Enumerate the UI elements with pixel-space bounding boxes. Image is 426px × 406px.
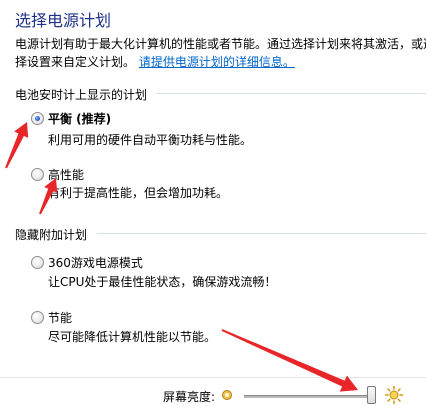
bright-sun-icon [384,385,404,405]
power-plan-details-link[interactable]: 请提供电源计划的详细信息。 [139,55,295,69]
plan-title-360-game-mode[interactable]: 360游戏电源模式 [48,254,143,271]
radio-360-game-mode[interactable] [31,256,44,269]
plan-title-balanced[interactable]: 平衡 (推荐) [48,110,111,127]
brightness-slider-thumb[interactable] [367,386,376,404]
radio-power-saver[interactable] [31,311,44,324]
plan-desc-balanced: 利用可用的硬件自动平衡功耗与性能。 [48,133,253,147]
description-line-1: 电源计划有助于最大化计算机的性能或者节能。通过选择计划来将其激活，或选 [15,37,426,51]
hidden-plans-group-label: 隐藏附加计划 [15,228,88,242]
group-divider [156,93,426,94]
arrow-to-balanced [5,122,29,169]
dim-sun-icon [222,390,232,400]
screen-brightness-label: 屏幕亮度: [163,390,216,404]
radio-high-performance[interactable] [31,168,44,181]
battery-plans-group-label: 电池安时计上显示的计划 [15,88,148,102]
plan-title-power-saver[interactable]: 节能 [48,309,72,326]
page-title: 选择电源计划 [15,11,112,30]
description-line-2-text: 择设置来自定义计划。 [15,55,136,69]
page-description: 电源计划有助于最大化计算机的性能或者节能。通过选择计划来将其激活，或选 择设置来… [15,35,426,71]
plan-title-high-performance[interactable]: 高性能 [48,166,84,183]
group-divider [97,233,426,234]
bottom-divider [0,377,426,378]
description-line-2: 择设置来自定义计划。 请提供电源计划的详细信息。 [15,53,425,71]
plan-desc-high-performance: 有利于提高性能，但会增加功耗。 [48,186,229,200]
plan-desc-power-saver: 尽可能降低计算机性能以节能。 [48,330,217,344]
radio-balanced[interactable] [31,112,44,125]
plan-desc-360-game-mode: 让CPU处于最佳性能状态，确保游戏流畅！ [48,275,277,289]
brightness-slider-track[interactable] [244,395,376,398]
arrow-to-brightness-slider [221,329,358,392]
power-options-window: 选择电源计划 电源计划有助于最大化计算机的性能或者节能。通过选择计划来将其激活，… [0,0,426,406]
